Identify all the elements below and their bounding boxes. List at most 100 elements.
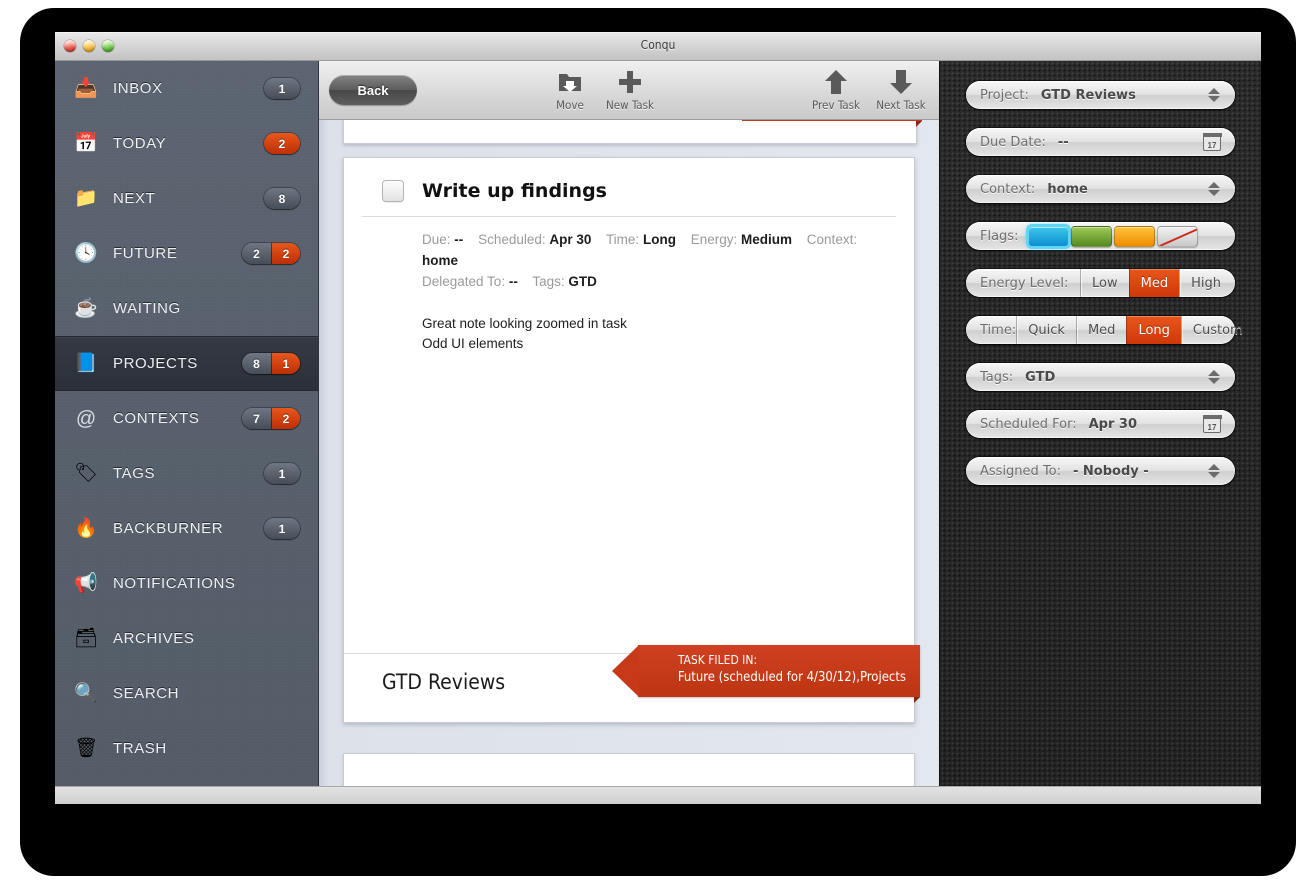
sidebar-item-projects[interactable]: 📘 PROJECTS 8 1 xyxy=(55,336,318,391)
sidebar-item-contexts[interactable]: @ CONTEXTS 7 2 xyxy=(55,391,318,446)
badge-alert: 2 xyxy=(272,243,300,264)
filed-in-ribbon: TASK FILED IN: Future (scheduled for 4/3… xyxy=(611,645,921,703)
delegated-label: Delegated To: xyxy=(422,274,506,289)
sidebar-item-label: ARCHIVES xyxy=(113,630,195,647)
next-task-label: Next Task xyxy=(876,98,926,112)
megaphone-icon: 📢 xyxy=(74,573,98,594)
time-option-quick[interactable]: Quick xyxy=(1016,316,1076,344)
new-task-button[interactable]: New Task xyxy=(591,67,669,112)
energy-option-high[interactable]: High xyxy=(1179,269,1235,297)
time-label: Time: xyxy=(605,232,640,247)
sidebar-item-next[interactable]: 📁 NEXT 8 xyxy=(55,171,318,226)
time-option-custom[interactable]: Custom xyxy=(1180,316,1257,344)
context-field[interactable]: Context: home xyxy=(966,175,1235,203)
badge-total: 7 xyxy=(242,408,272,429)
energy-label: Energy: xyxy=(690,232,738,247)
scheduled-for-field[interactable]: Scheduled For: Apr 30 17 xyxy=(966,410,1235,438)
sidebar-item-today[interactable]: 📅 TODAY 2 xyxy=(55,116,318,171)
time-option-long[interactable]: Long xyxy=(1126,316,1181,344)
flag-swatch-green[interactable] xyxy=(1071,225,1113,247)
scheduled-value: Apr 30 xyxy=(549,232,592,247)
chevron-updown-icon[interactable] xyxy=(1207,179,1221,199)
back-button[interactable]: Back xyxy=(329,75,417,105)
status-bar xyxy=(55,786,1261,804)
coffee-cup-icon: ☕ xyxy=(74,298,98,319)
badge-count: 1 xyxy=(264,518,300,539)
chevron-updown-icon[interactable] xyxy=(1207,461,1221,481)
sidebar-item-label: BACKBURNER xyxy=(113,520,224,537)
window-titlebar: Conqu xyxy=(55,32,1261,61)
badge-count: 8 xyxy=(264,188,300,209)
flags-field: Flags: xyxy=(966,222,1235,250)
tags-value: GTD xyxy=(568,274,597,289)
sidebar-item-trash[interactable]: 🗑 TRASH xyxy=(55,721,318,776)
badge-count: 1 xyxy=(264,463,300,484)
tags-icon: 🏷 xyxy=(73,463,99,484)
flag-swatch-blue[interactable] xyxy=(1026,223,1072,249)
sidebar-item-label: CONTEXTS xyxy=(113,410,200,427)
prev-task-label: Prev Task xyxy=(812,98,860,112)
project-value: GTD Reviews xyxy=(1040,87,1136,103)
clock-icon: 🕓 xyxy=(74,243,98,264)
assigned-to-value: - Nobody - xyxy=(1073,463,1149,479)
at-sign-icon: @ xyxy=(75,407,97,430)
task-card-previous[interactable] xyxy=(343,111,922,144)
arrow-down-icon xyxy=(889,67,913,97)
sidebar-item-label: INBOX xyxy=(113,80,163,97)
due-label: Due: xyxy=(422,232,451,247)
sidebar-item-label: PROJECTS xyxy=(113,355,198,372)
sidebar-item-inbox[interactable]: 📥 INBOX 1 xyxy=(55,61,318,116)
flame-icon: 🔥 xyxy=(74,518,98,539)
new-task-label: New Task xyxy=(606,98,654,112)
sidebar-item-future[interactable]: 🕓 FUTURE 2 2 xyxy=(55,226,318,281)
context-value: home xyxy=(422,253,459,268)
flag-swatch-orange[interactable] xyxy=(1114,225,1156,247)
badge-count: 2 2 xyxy=(242,243,300,264)
sidebar-item-waiting[interactable]: ☕ WAITING xyxy=(55,281,318,336)
flag-swatch-none[interactable] xyxy=(1157,225,1199,247)
energy-level-segmented-control: Low Med High xyxy=(1080,269,1235,297)
calendar-picker-icon[interactable]: 17 xyxy=(1202,415,1222,433)
footer-project-name: GTD Reviews xyxy=(382,670,506,694)
context-value: home xyxy=(1047,181,1088,197)
sidebar-item-search[interactable]: 🔍 SEARCH xyxy=(55,666,318,721)
badge-count: 7 2 xyxy=(242,408,300,429)
filed-in-detail: Future (scheduled for 4/30/12),Projects xyxy=(677,670,906,685)
sidebar-item-backburner[interactable]: 🔥 BACKBURNER 1 xyxy=(55,501,318,556)
due-date-field[interactable]: Due Date: -- 17 xyxy=(966,128,1235,156)
project-field[interactable]: Project: GTD Reviews xyxy=(966,81,1235,109)
calendar-picker-icon[interactable]: 17 xyxy=(1202,133,1222,151)
context-label: Context: xyxy=(980,181,1036,197)
badge-total: 2 xyxy=(242,243,272,264)
tags-field[interactable]: Tags: GTD xyxy=(966,363,1235,391)
next-task-button[interactable]: Next Task xyxy=(862,67,939,112)
archive-box-icon: 🗃 xyxy=(73,628,99,649)
task-title: Write up findings xyxy=(422,180,607,202)
energy-level-label: Energy Level: xyxy=(980,275,1069,291)
task-note[interactable]: Great note looking zoomed in task Odd UI… xyxy=(344,292,914,354)
sidebar-item-label: TAGS xyxy=(113,465,156,482)
inbox-tray-icon: 📥 xyxy=(74,78,98,99)
chevron-updown-icon[interactable] xyxy=(1207,85,1221,105)
energy-option-med[interactable]: Med xyxy=(1128,269,1180,297)
tags-label: Tags: xyxy=(532,274,565,289)
chevron-updown-icon[interactable] xyxy=(1207,367,1221,387)
task-metadata: Due: -- Scheduled: Apr 30 Time: Long Ene… xyxy=(344,217,914,292)
badge-alert: 2 xyxy=(264,133,300,154)
task-card-next[interactable] xyxy=(343,753,915,789)
task-complete-checkbox[interactable] xyxy=(382,180,404,202)
sidebar: 📥 INBOX 1 📅 TODAY 2 📁 NEXT 8 🕓 FUTURE 2 … xyxy=(55,61,319,789)
tags-label: Tags: xyxy=(980,369,1014,385)
energy-option-low[interactable]: Low xyxy=(1080,269,1129,297)
toolbar: Back Move New Task Prev Task Next Task xyxy=(319,61,939,120)
energy-value: Medium xyxy=(741,232,793,247)
sidebar-item-tags[interactable]: 🏷 TAGS 1 xyxy=(55,446,318,501)
assigned-to-field[interactable]: Assigned To: - Nobody - xyxy=(966,457,1235,485)
due-date-label: Due Date: xyxy=(980,134,1046,150)
time-option-med[interactable]: Med xyxy=(1075,316,1126,344)
delegated-value: -- xyxy=(508,274,518,289)
sidebar-item-notifications[interactable]: 📢 NOTIFICATIONS xyxy=(55,556,318,611)
sidebar-item-archives[interactable]: 🗃 ARCHIVES xyxy=(55,611,318,666)
time-value: Long xyxy=(642,232,676,247)
plus-icon xyxy=(617,67,643,97)
